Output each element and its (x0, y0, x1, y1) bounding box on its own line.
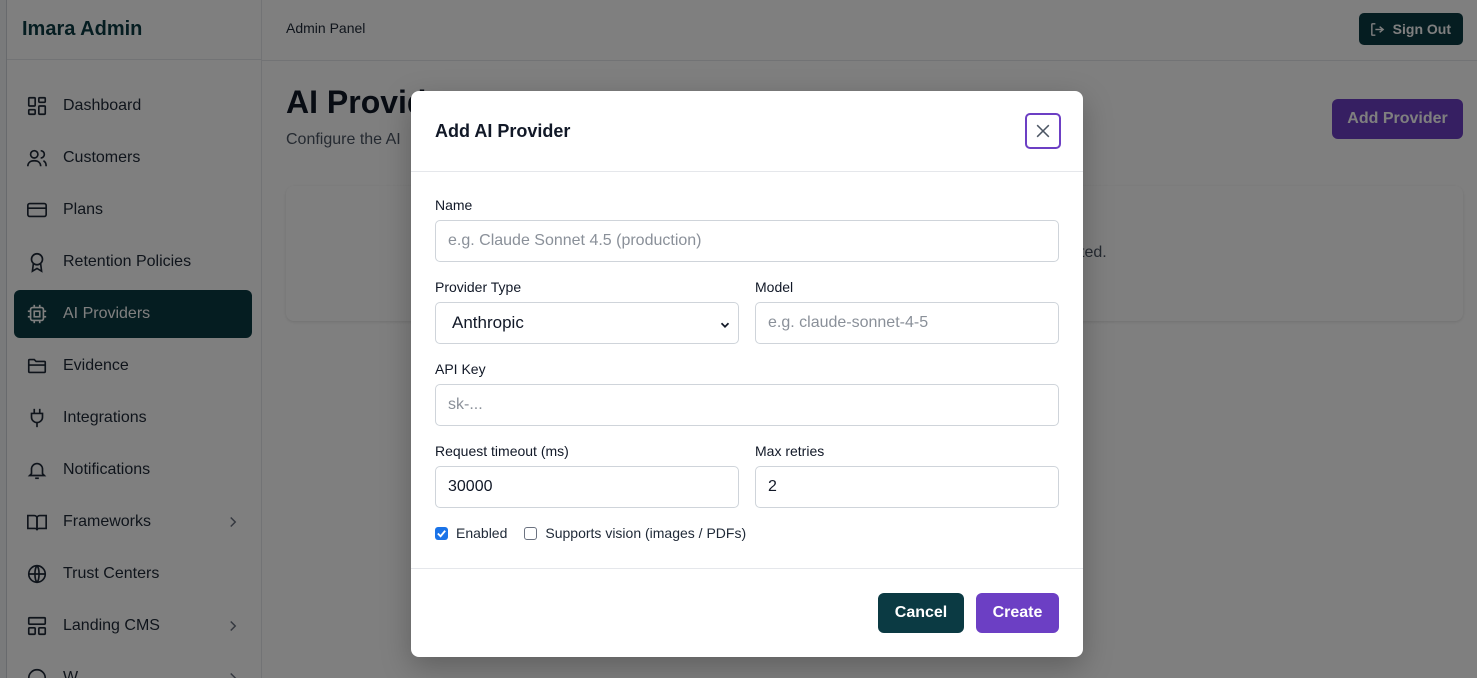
chevron-down-icon (718, 317, 732, 331)
model-label: Model (755, 279, 794, 295)
api-key-input[interactable] (435, 384, 1059, 426)
dialog-header: Add AI Provider (411, 91, 1083, 172)
dialog-footer: Cancel Create (411, 568, 1083, 657)
options-row: Enabled Supports vision (images / PDFs) (435, 525, 763, 541)
dialog-title: Add AI Provider (435, 121, 571, 141)
provider-type-label: Provider Type (435, 279, 522, 295)
provider-type-select[interactable]: Anthropic (435, 302, 739, 344)
create-button[interactable]: Create (976, 593, 1059, 633)
cancel-button[interactable]: Cancel (878, 593, 964, 633)
model-input[interactable] (755, 302, 1059, 344)
supports-vision-label[interactable]: Supports vision (images / PDFs) (545, 525, 746, 541)
enabled-label[interactable]: Enabled (456, 525, 507, 541)
name-input[interactable] (435, 220, 1059, 262)
checkmark-icon (437, 529, 446, 538)
enabled-checkbox[interactable] (435, 526, 448, 540)
provider-type-value: Anthropic (452, 313, 524, 332)
request-timeout-label: Request timeout (ms) (435, 443, 569, 459)
request-timeout-input[interactable] (435, 466, 739, 508)
max-retries-label: Max retries (755, 443, 825, 459)
api-key-label: API Key (435, 361, 486, 377)
max-retries-input[interactable] (755, 466, 1059, 508)
supports-vision-checkbox[interactable] (524, 526, 538, 540)
close-icon (1036, 124, 1050, 138)
close-button[interactable] (1025, 113, 1061, 149)
name-label: Name (435, 197, 473, 213)
add-ai-provider-dialog: Add AI Provider Name Provider Type Anthr… (411, 91, 1083, 657)
